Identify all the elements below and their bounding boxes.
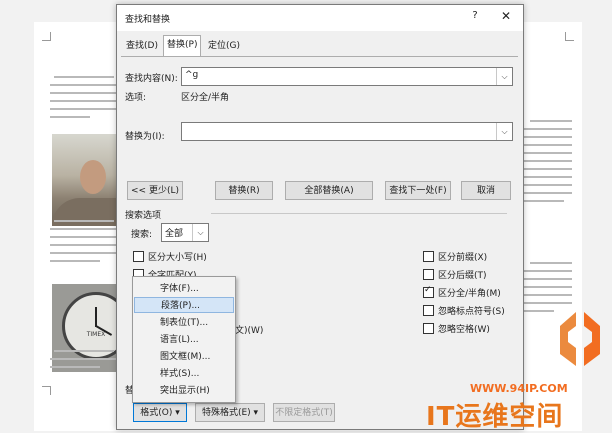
text-line [50,260,100,262]
format-dropdown-menu: 字体(F)... 段落(P)... 制表位(T)... 语言(L)... 图文框… [132,276,236,403]
text-line [50,244,116,246]
tab-find[interactable]: 查找(D) [123,37,161,55]
text-line [524,176,572,178]
match-width-checkbox[interactable]: 区分全/半角(M) [423,285,501,299]
menu-item-language[interactable]: 语言(L)... [134,332,234,348]
text-line [524,302,572,304]
text-line [54,220,114,222]
text-line [54,76,114,78]
text-line [524,278,572,280]
find-input[interactable]: ^g ⌵ [181,67,513,86]
menu-item-frame[interactable]: 图文框(M)... [134,349,234,365]
partially-hidden-option: 文)(W) [235,326,264,336]
search-direction-label: 搜索: [131,230,153,240]
help-button[interactable]: ? [467,10,483,26]
text-line [50,236,116,238]
menu-item-font[interactable]: 字体(F)... [134,281,234,297]
search-direction-select[interactable]: 全部 ⌵ [161,223,209,242]
crop-mark [42,32,51,41]
text-line [524,270,572,272]
text-line [524,144,572,146]
chevron-down-icon[interactable]: ⌵ [496,123,512,140]
replace-label: 替换为(I): [125,132,165,142]
checkbox-box[interactable] [423,323,434,334]
text-line [524,192,572,194]
text-line [524,286,572,288]
ignore-punctuation-checkbox[interactable]: 忽略标点符号(S) [423,304,505,317]
checkbox-box[interactable] [423,305,434,316]
checkbox-box[interactable] [423,251,434,262]
close-button[interactable]: ✕ [497,9,515,27]
format-button[interactable]: 格式(O) ▾ [133,403,187,422]
checkbox-box[interactable] [423,269,434,280]
text-line [524,136,572,138]
text-line [524,160,572,162]
match-case-checkbox[interactable]: 区分大小写(H) [133,250,207,263]
menu-item-tabs[interactable]: 制表位(T)... [134,315,234,331]
replace-button[interactable]: 替换(R) [215,181,273,200]
checkbox-box-checked[interactable] [423,285,434,298]
no-format-button[interactable]: 不限定格式(T) [273,403,335,422]
watermark-brand: IT运维空间 [426,402,564,432]
find-next-button[interactable]: 查找下一处(F) [385,181,451,200]
text-line [530,120,572,122]
text-line [50,366,100,368]
crop-mark [565,32,574,41]
text-line [50,100,116,102]
tab-replace[interactable]: 替换(P) [163,35,202,57]
options-value: 区分全/半角 [181,93,230,103]
replace-all-button[interactable]: 全部替换(A) [285,181,373,200]
chevron-down-icon[interactable]: ⌵ [192,224,208,241]
text-line [54,350,114,352]
section-divider [211,213,507,214]
text-line [50,358,116,360]
watermark-logo-icon [560,312,600,366]
menu-item-highlight[interactable]: 突出显示(H) [134,383,234,399]
text-line [50,108,116,110]
text-line [50,92,116,94]
text-line [524,152,572,154]
ignore-space-checkbox[interactable]: 忽略空格(W) [423,322,490,335]
watermark-url: WWW.94IP.COM [470,382,568,395]
checkbox-box[interactable] [133,251,144,262]
cancel-button[interactable]: 取消 [461,181,511,200]
text-line [524,200,564,202]
text-line [50,116,90,118]
text-line [524,310,554,312]
text-line [50,252,116,254]
special-format-button[interactable]: 特殊格式(E) ▾ [195,403,265,422]
text-line [50,84,116,86]
text-line [524,294,572,296]
menu-item-paragraph[interactable]: 段落(P)... [134,297,234,313]
search-options-header: 搜索选项 [125,211,162,221]
text-line [524,128,572,130]
less-button[interactable]: << 更少(L) [127,181,183,200]
chevron-down-icon[interactable]: ⌵ [496,68,512,85]
find-value: ^g [185,70,199,80]
match-suffix-checkbox[interactable]: 区分后缀(T) [423,268,487,281]
text-line [530,262,572,264]
menu-item-style[interactable]: 样式(S)... [134,366,234,382]
text-line [50,228,116,230]
find-label: 查找内容(N): [125,74,178,84]
text-line [524,184,572,186]
dialog-title: 查找和替换 [125,15,171,25]
text-line [524,168,572,170]
options-label: 选项: [125,93,147,103]
replace-input[interactable]: ⌵ [181,122,513,141]
tab-goto[interactable]: 定位(G) [205,37,243,55]
match-prefix-checkbox[interactable]: 区分前缀(X) [423,250,487,263]
crop-mark [42,386,51,395]
search-direction-value: 全部 [165,229,184,239]
dialog-titlebar[interactable]: 查找和替换 ? ✕ [117,5,523,31]
